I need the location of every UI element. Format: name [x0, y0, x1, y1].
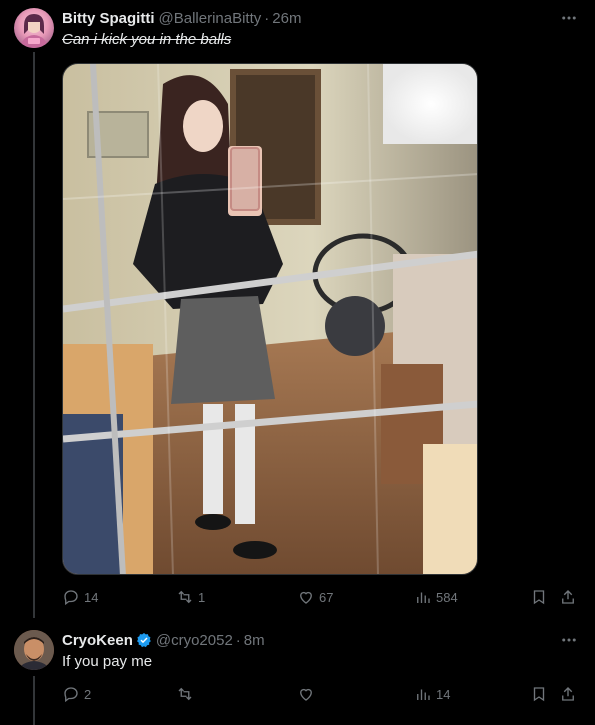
share-icon — [562, 687, 574, 701]
user-handle[interactable]: @BallerinaBitty — [159, 10, 262, 27]
reply-count: 2 — [84, 686, 92, 702]
heart-icon — [300, 591, 312, 604]
like-count: 67 — [319, 589, 334, 605]
like-button[interactable] — [297, 684, 319, 704]
reply-button[interactable]: 14 — [62, 587, 98, 607]
more-options-button[interactable] — [557, 630, 581, 650]
post-text: Can i kick you in the balls — [62, 31, 232, 48]
separator-dot: · — [264, 9, 270, 27]
views-count: 14 — [436, 686, 451, 702]
bookmark-button[interactable] — [530, 587, 548, 607]
separator-dot: · — [235, 631, 241, 649]
reply-button[interactable]: 2 — [62, 684, 91, 704]
bookmark-icon — [533, 590, 545, 605]
thread-connector-line-bottom — [33, 676, 35, 725]
display-name[interactable]: Bitty Spagitti — [62, 10, 155, 27]
views-button[interactable]: 14 — [414, 684, 450, 704]
repost-count: 1 — [198, 589, 206, 605]
bookmark-icon — [533, 687, 545, 702]
post-media-image[interactable] — [62, 63, 478, 575]
verified-badge-icon[interactable] — [136, 632, 152, 648]
avatar-bitty[interactable] — [14, 8, 54, 48]
thread-connector-line — [33, 52, 35, 618]
display-name[interactable]: CryoKeen — [62, 632, 133, 649]
repost-button[interactable] — [176, 684, 198, 704]
share-icon — [562, 590, 574, 604]
mirror-selfie-image — [63, 64, 477, 574]
reply-header: CryoKeen @cryo2052 · 8m — [62, 630, 265, 650]
post-header: Bitty Spagitti @BallerinaBitty · 26m — [62, 8, 301, 28]
views-button[interactable]: 584 — [414, 587, 458, 607]
avatar-cryokeen[interactable] — [14, 630, 54, 670]
more-options-button[interactable] — [557, 8, 581, 28]
user-handle[interactable]: @cryo2052 — [156, 632, 233, 649]
share-button[interactable] — [559, 684, 577, 704]
bookmark-button[interactable] — [530, 684, 548, 704]
repost-icon — [178, 590, 192, 604]
post-actions-bar: 14 1 67 584 — [62, 587, 582, 607]
more-icon — [562, 638, 576, 642]
reply-icon — [64, 687, 78, 703]
share-button[interactable] — [559, 587, 577, 607]
post-time[interactable]: 26m — [272, 10, 301, 27]
repost-icon — [178, 687, 192, 701]
views-icon — [417, 592, 430, 603]
views-icon — [417, 689, 430, 700]
post-time[interactable]: 8m — [244, 632, 265, 649]
reply-icon — [64, 590, 78, 606]
views-count: 584 — [436, 589, 458, 605]
reply-actions-bar: 2 14 — [62, 684, 582, 704]
reply-count: 14 — [84, 589, 99, 605]
reply-text: If you pay me — [62, 653, 153, 670]
repost-button[interactable]: 1 — [176, 587, 205, 607]
like-button[interactable]: 67 — [297, 587, 333, 607]
more-icon — [562, 16, 576, 20]
heart-icon — [300, 688, 312, 701]
